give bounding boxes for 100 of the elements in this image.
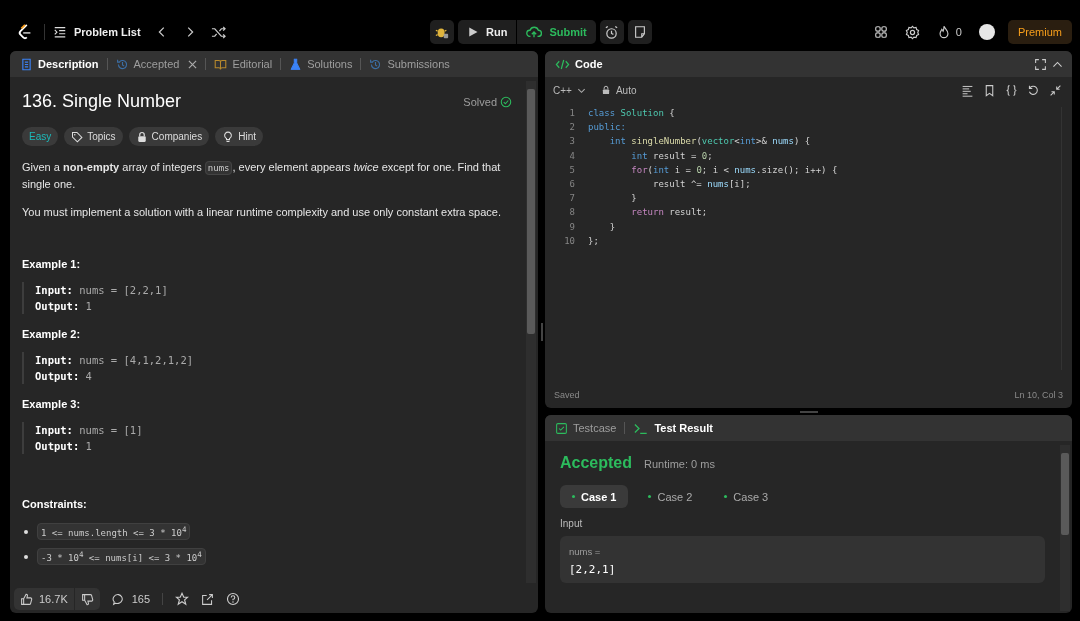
example-line: Input: nums = [4,1,2,1,2] xyxy=(35,353,195,368)
code-line: } xyxy=(630,192,637,206)
run-button[interactable]: Run xyxy=(458,20,517,44)
line-number: 1 xyxy=(568,107,576,120)
code-line: result ^= nums[i]; xyxy=(652,178,751,191)
auto-mode-label[interactable]: Auto xyxy=(600,84,637,96)
example-line: Input: nums = [1] xyxy=(35,423,144,438)
line-number: 4 xyxy=(568,149,576,163)
line-number: 2 xyxy=(568,121,576,135)
tag-button[interactable]: Companies xyxy=(128,127,210,146)
checkbox-icon xyxy=(555,421,568,435)
problem-list-button[interactable]: Problem List xyxy=(53,25,141,39)
premium-button[interactable]: Premium xyxy=(1008,20,1072,44)
bookmark-icon[interactable] xyxy=(983,83,996,97)
language-dropdown[interactable]: C++ xyxy=(553,84,586,96)
document-icon xyxy=(20,57,33,71)
variable-value: [2,2,1] xyxy=(569,563,617,576)
panel-tab[interactable]: Description xyxy=(18,55,101,73)
code-line: public: xyxy=(588,121,626,135)
history-icon xyxy=(369,57,383,71)
submit-button[interactable]: Submit xyxy=(517,20,596,44)
example-line: Output: 1 xyxy=(35,299,93,314)
line-number: 5 xyxy=(568,163,576,177)
star-icon[interactable] xyxy=(175,592,190,606)
flask-icon xyxy=(289,57,303,71)
example-line: Output: 1 xyxy=(35,439,93,454)
scrollbar[interactable] xyxy=(1060,445,1070,611)
example-title: Example 3: xyxy=(22,398,82,410)
case-tab[interactable]: Case 3 xyxy=(712,485,781,508)
shuffle-icon[interactable] xyxy=(210,24,226,40)
code-tab[interactable]: Code xyxy=(553,55,605,73)
constraints-title: Constraints: xyxy=(22,498,88,510)
check-circle-icon xyxy=(500,95,512,108)
code-line: }; xyxy=(588,234,599,248)
cloud-upload-icon xyxy=(526,25,543,39)
reset-icon[interactable] xyxy=(1027,83,1040,97)
line-number: 7 xyxy=(568,192,576,206)
input-label: Input xyxy=(560,518,584,529)
layout-icon[interactable] xyxy=(873,25,888,39)
case-tab[interactable]: Case 1 xyxy=(560,485,629,508)
line-number: 8 xyxy=(568,206,576,220)
minimize-icon[interactable] xyxy=(1049,83,1062,97)
panel-tab[interactable]: Submissions xyxy=(367,55,452,73)
fullscreen-icon[interactable] xyxy=(1034,57,1047,71)
line-number: 3 xyxy=(568,135,576,149)
comment-icon xyxy=(111,592,125,606)
code-line: } xyxy=(608,220,616,234)
help-icon[interactable] xyxy=(226,592,241,606)
play-icon xyxy=(467,26,479,38)
line-number: 9 xyxy=(568,220,576,234)
comments-button[interactable]: 165 xyxy=(111,592,151,606)
code-line: class Solution { xyxy=(588,107,675,120)
panel-tab[interactable]: Editorial xyxy=(212,55,275,73)
variable-name: nums = xyxy=(569,546,602,557)
tag-button[interactable]: Topics xyxy=(64,127,123,146)
panel-tab[interactable]: Accepted xyxy=(113,55,200,73)
alarm-icon xyxy=(604,24,620,40)
tag-icon xyxy=(71,130,84,143)
lock-icon xyxy=(135,130,148,143)
example-line: Input: nums = [2,2,1] xyxy=(35,283,169,298)
line-number: 10 xyxy=(563,234,576,248)
example-title: Example 1: xyxy=(22,258,82,270)
code-line: return result; xyxy=(630,206,708,220)
streak-counter[interactable]: 0 xyxy=(936,25,962,39)
problem-title: 136. Single Number xyxy=(22,91,182,112)
constraint-code: 1 <= nums.length <= 3 * 10$^{4}$ xyxy=(37,523,191,540)
notes-button[interactable] xyxy=(627,20,652,44)
panel-tab[interactable]: Test Result xyxy=(631,419,715,437)
lightbulb-icon xyxy=(222,130,235,143)
braces-icon[interactable] xyxy=(1005,83,1018,97)
book-icon xyxy=(214,57,228,71)
note-icon xyxy=(632,25,647,39)
runtime-text: Runtime: 0 ms xyxy=(644,458,715,470)
avatar-icon[interactable] xyxy=(979,24,995,40)
format-icon[interactable] xyxy=(961,83,974,97)
timer-button[interactable] xyxy=(599,20,624,44)
debug-button[interactable] xyxy=(430,20,454,44)
thumbs-down-icon xyxy=(80,592,94,606)
difficulty-button[interactable]: Easy xyxy=(22,127,59,146)
panel-tab[interactable]: Solutions xyxy=(287,55,355,73)
solved-status: Solved xyxy=(463,95,512,108)
example-line: Output: 4 xyxy=(35,369,93,384)
description-text: Given a non-empty array of integers nums , every element appears twice except for one. Find that single one. xyxy=(22,160,502,192)
verdict-text: Accepted xyxy=(560,454,633,472)
terminal-icon xyxy=(633,421,650,435)
description-text: You must implement a solution with a linear runtime complexity and use only constant extra space. xyxy=(22,205,502,220)
cursor-position: Ln 10, Col 3 xyxy=(1014,390,1063,400)
case-tab[interactable]: Case 2 xyxy=(636,485,705,508)
settings-icon[interactable] xyxy=(904,24,920,40)
tag-button[interactable]: Hint xyxy=(215,127,263,146)
code-line: for(int i = 0; i < nums.size(); i++) { xyxy=(630,163,838,177)
flame-icon xyxy=(936,25,951,39)
line-number: 6 xyxy=(568,178,576,191)
close-icon[interactable] xyxy=(188,59,198,69)
list-icon xyxy=(53,25,67,39)
panel-tab[interactable]: Testcase xyxy=(553,419,619,437)
thumbs-up-icon xyxy=(20,592,33,606)
scrollbar[interactable] xyxy=(526,81,536,583)
share-icon[interactable] xyxy=(201,592,215,606)
code-line: int singleNumber(vector<int>& nums) { xyxy=(608,135,811,149)
